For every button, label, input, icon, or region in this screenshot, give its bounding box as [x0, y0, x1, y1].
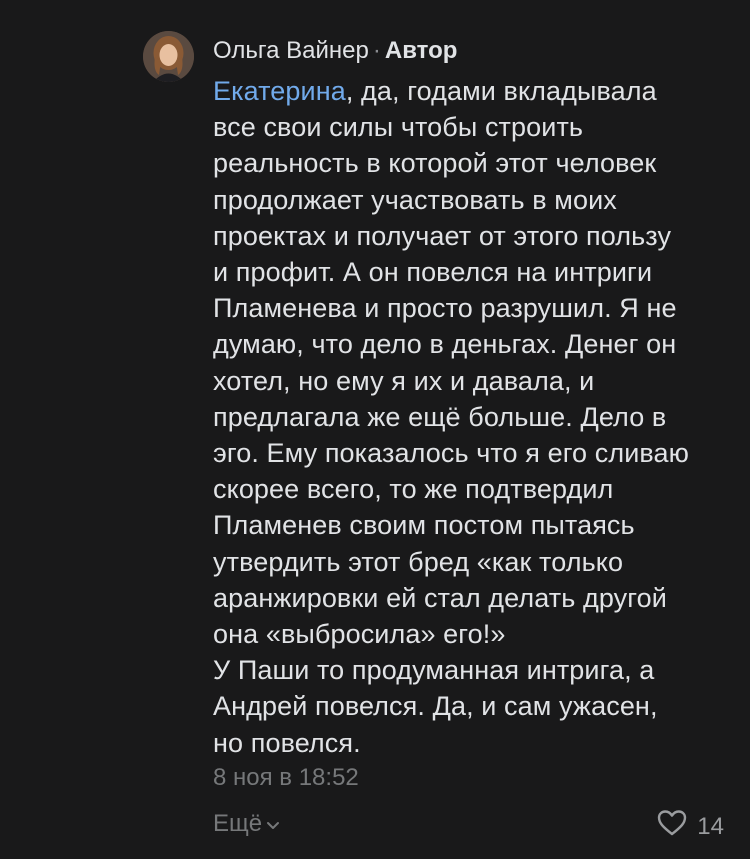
- avatar[interactable]: [143, 31, 194, 82]
- comment-text: Екатерина, да, годами вкладывала все сво…: [213, 73, 733, 761]
- separator-dot: ·: [372, 37, 381, 64]
- heart-outline-icon: [657, 809, 687, 844]
- chevron-down-icon: [265, 809, 281, 839]
- author-name[interactable]: Ольга Вайнер: [213, 37, 369, 64]
- comment-header: Ольга Вайнер · Автор: [213, 34, 457, 68]
- comment-timestamp[interactable]: 8 ноя в 18:52: [213, 763, 359, 793]
- comment-body: , да, годами вкладывала все свои силы чт…: [213, 76, 690, 758]
- likes-count: 14: [697, 812, 724, 840]
- comment: Ольга Вайнер · Автор Екатерина, да, годами…: [0, 0, 750, 859]
- like-button[interactable]: 14: [657, 809, 724, 844]
- mention-link[interactable]: Екатерина: [213, 76, 346, 106]
- author-tag: Автор: [384, 37, 458, 64]
- more-label: Ещё: [213, 810, 263, 837]
- more-button[interactable]: Ещё: [213, 809, 281, 839]
